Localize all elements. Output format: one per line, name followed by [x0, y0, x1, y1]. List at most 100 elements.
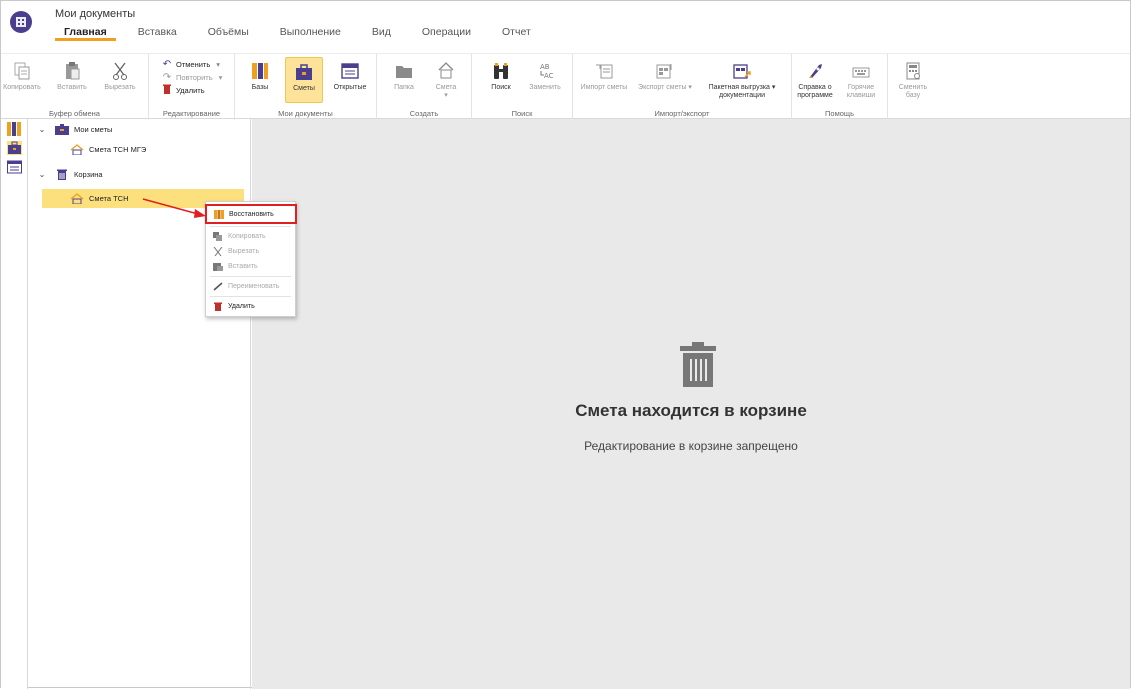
group-title: Помощь [825, 109, 854, 118]
group-help: Справка о программе Горячие клавиши Помо… [792, 54, 888, 120]
side-panel-strip [1, 119, 28, 689]
pencil-icon [213, 282, 223, 291]
ribbon-tabs: Главная Вставка Объёмы Выполнение Вид Оп… [55, 25, 553, 41]
briefcase-icon [296, 64, 312, 80]
tab-execution[interactable]: Выполнение [271, 25, 350, 41]
group-import-export: Импорт сметы Экспорт сметы ▾ Пакетная вы… [573, 54, 792, 120]
menu-item-cut[interactable]: Вырезать [206, 244, 295, 259]
group-title: Редактирование [162, 109, 221, 118]
group-change-base: Сменить базу [888, 54, 938, 120]
change-base-button[interactable]: Сменить базу [894, 57, 932, 103]
copy-button[interactable]: Копировать [3, 57, 41, 103]
tab-volumes[interactable]: Объёмы [199, 25, 258, 41]
copy-icon [213, 232, 222, 241]
tab-insert[interactable]: Вставка [129, 25, 186, 41]
batch-export-button[interactable]: Пакетная выгрузка ▾ документации [703, 57, 781, 103]
paste-icon [66, 62, 80, 80]
trash-icon [57, 169, 67, 180]
tree-node-estimate-mge[interactable]: Смета ТСН МГЭ [70, 140, 146, 159]
menu-separator [210, 276, 291, 277]
redo-icon: ↷ [162, 72, 172, 83]
batch-export-icon [733, 64, 751, 79]
trash-icon [680, 342, 716, 387]
hotkeys-button[interactable]: Горячие клавиши [842, 57, 880, 103]
group-clipboard: Копировать Вставить Вырезать Буфер обмен… [1, 54, 149, 120]
undo-icon: ↶ [162, 59, 172, 70]
ribbon: Копировать Вставить Вырезать Буфер обмен… [1, 53, 1130, 120]
group-title: Создать [409, 109, 439, 118]
trash-icon [161, 84, 173, 97]
tab-report[interactable]: Отчет [493, 25, 540, 41]
open-panel-icon[interactable] [7, 160, 22, 174]
grid-icon [16, 17, 26, 27]
menu-separator [210, 296, 291, 297]
undo-button[interactable]: ↶ Отменить ▾ [161, 58, 222, 71]
cut-button[interactable]: Вырезать [101, 57, 139, 103]
tree-node-trash[interactable]: ⌄ Корзина [37, 165, 103, 184]
chevron-down-icon[interactable]: ⌄ [37, 125, 47, 134]
group-title: Мои документы [278, 109, 333, 118]
replace-icon: ABAC [540, 63, 554, 80]
import-icon [596, 64, 613, 79]
app-window: Мои документы Главная Вставка Объёмы Вып… [0, 0, 1131, 689]
paste-button[interactable]: Вставить [53, 57, 91, 103]
menu-item-copy[interactable]: Копировать [206, 229, 295, 244]
estimates-button[interactable]: Сметы [285, 57, 323, 103]
open-docs-button[interactable]: Открытые [331, 57, 369, 103]
trash-icon [214, 302, 222, 311]
house-icon [438, 62, 454, 79]
trash-message-subtitle: Редактирование в корзине запрещено [584, 439, 798, 453]
scissors-icon [213, 247, 223, 256]
menu-item-delete[interactable]: Удалить [206, 299, 295, 314]
briefcase-icon [55, 124, 69, 135]
replace-button[interactable]: AB AC Заменить [526, 57, 564, 103]
house-icon [70, 144, 84, 155]
menu-item-restore[interactable]: Восстановить [205, 204, 297, 224]
tree-node-my-estimates[interactable]: ⌄ Мои сметы [37, 120, 112, 139]
svg-text:AB: AB [540, 63, 550, 71]
editor-area: Смета находится в корзине Редактирование… [252, 119, 1130, 689]
new-estimate-button[interactable]: Смета ▾ [427, 57, 465, 103]
editing-list: ↶ Отменить ▾ ↷ Повторить ▾ Удалить [161, 58, 223, 97]
new-folder-button[interactable]: Папка [385, 57, 423, 103]
tab-main[interactable]: Главная [55, 25, 116, 41]
menu-separator [210, 226, 291, 227]
menu-item-paste[interactable]: Вставить [206, 259, 295, 274]
binoculars-icon [494, 63, 508, 79]
chevron-down-icon: ▾ [218, 73, 223, 82]
search-button[interactable]: Поиск [482, 57, 520, 103]
house-icon [70, 193, 84, 204]
keyboard-icon [852, 67, 870, 78]
chevron-down-icon: ▾ [216, 60, 221, 69]
chevron-down-icon[interactable]: ⌄ [37, 170, 47, 179]
bases-button[interactable]: Базы [241, 57, 279, 103]
copy-icon [14, 62, 30, 80]
about-button[interactable]: Справка о программе [796, 57, 834, 103]
tab-operations[interactable]: Операции [413, 25, 480, 41]
group-title: Импорт/экспорт [654, 109, 710, 118]
estimates-panel-icon[interactable] [7, 141, 22, 155]
delete-button[interactable]: Удалить [161, 84, 222, 97]
folder-icon [396, 66, 412, 78]
group-create: Папка Смета ▾ Создать [377, 54, 472, 120]
restore-icon [214, 209, 224, 219]
calculator-icon [906, 62, 920, 80]
document-title: Мои документы [55, 8, 136, 20]
app-menu-button[interactable] [10, 11, 32, 33]
group-title: Буфер обмена [49, 109, 100, 118]
redo-button[interactable]: ↷ Повторить ▾ [161, 71, 223, 84]
group-search: Поиск AB AC Заменить Поиск [472, 54, 573, 120]
tab-view[interactable]: Вид [363, 25, 400, 41]
menu-item-rename[interactable]: Переименовать [206, 279, 295, 294]
export-estimate-button[interactable]: Экспорт сметы ▾ [635, 57, 695, 103]
bases-panel-icon[interactable] [7, 122, 22, 136]
title-bar: Мои документы Главная Вставка Объёмы Вып… [1, 1, 1130, 53]
import-estimate-button[interactable]: Импорт сметы [579, 57, 629, 103]
export-icon [656, 64, 672, 79]
context-menu: Восстановить Копировать Вырезать Вставит… [205, 201, 297, 317]
chevron-down-icon: ▾ [444, 92, 448, 99]
group-editing: ↶ Отменить ▾ ↷ Повторить ▾ Удалить Редактиро… [149, 54, 235, 120]
group-title: Поиск [511, 109, 533, 118]
rocket-icon [809, 64, 822, 78]
svg-text:AC: AC [544, 72, 554, 80]
